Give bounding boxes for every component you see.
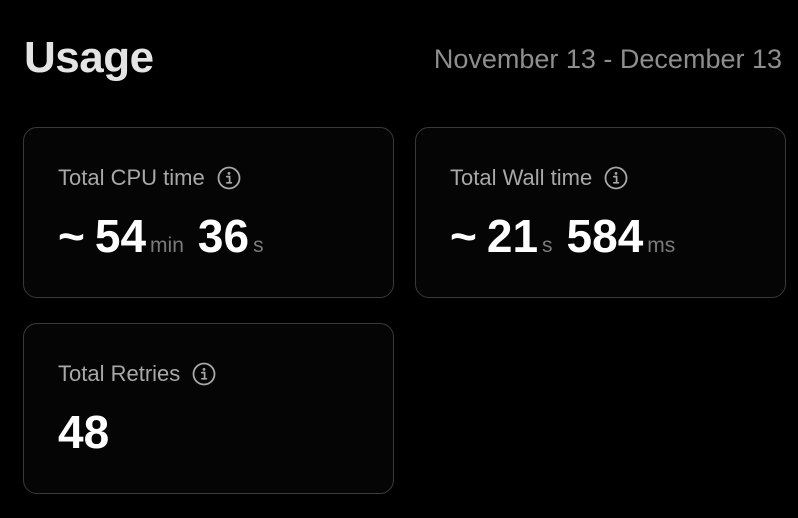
retries-label: Total Retries bbox=[58, 361, 181, 386]
retries-value-row: 48 bbox=[58, 404, 109, 460]
wall-seconds-value: 21 bbox=[486, 210, 539, 262]
approx-sign: ~ bbox=[58, 210, 85, 262]
wall-time-label: Total Wall time bbox=[450, 165, 593, 190]
cpu-time-value: ~ 54 min 36 s bbox=[58, 208, 264, 274]
wall-milliseconds-value: 584 bbox=[566, 210, 644, 262]
cpu-time-card: Total CPU time ~ 54 min 36 s bbox=[23, 127, 394, 298]
approx-sign: ~ bbox=[450, 210, 477, 262]
usage-header: Usage November 13 - December 13 bbox=[24, 30, 782, 90]
cpu-seconds-unit: s bbox=[253, 234, 264, 257]
page-title: Usage bbox=[24, 33, 154, 82]
wall-seconds-unit: s bbox=[542, 234, 553, 257]
wall-time-value: ~ 21 s 584 ms bbox=[450, 208, 675, 274]
retries-value: 48 bbox=[58, 406, 110, 458]
retries-card: Total Retries 48 bbox=[23, 323, 394, 494]
cpu-minutes-value: 54 bbox=[94, 210, 147, 262]
info-icon[interactable] bbox=[217, 166, 241, 190]
wall-time-card: Total Wall time ~ 21 s 584 ms bbox=[415, 127, 786, 298]
cpu-seconds-value: 36 bbox=[197, 210, 250, 262]
cpu-time-label: Total CPU time bbox=[58, 165, 205, 190]
wall-time-label-row: Total Wall time bbox=[450, 162, 628, 194]
cpu-time-label-row: Total CPU time bbox=[58, 162, 241, 194]
info-icon[interactable] bbox=[192, 362, 216, 386]
date-range: November 13 - December 13 bbox=[433, 44, 782, 74]
retries-label-row: Total Retries bbox=[58, 358, 216, 390]
cpu-minutes-unit: min bbox=[150, 234, 184, 257]
info-icon[interactable] bbox=[604, 166, 628, 190]
wall-milliseconds-unit: ms bbox=[647, 234, 676, 257]
